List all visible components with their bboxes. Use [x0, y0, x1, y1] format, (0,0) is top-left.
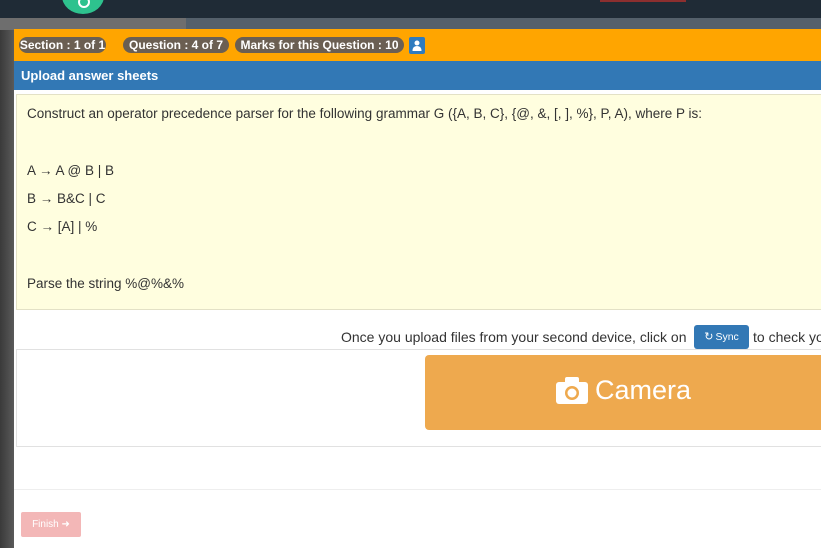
upload-modal: Section : 1 of 1 Question : 4 of 7 Marks… [14, 29, 821, 548]
question-line: B → B&C | C [27, 191, 106, 206]
modal-title-bar: Upload answer sheets [14, 61, 821, 90]
user-icon [412, 40, 422, 51]
camera-button[interactable]: Camera [425, 355, 821, 430]
app-topbar [0, 0, 821, 18]
app-logo [62, 0, 104, 14]
sync-instruction-text-end: to check yo [753, 329, 821, 345]
question-line: Parse the string %@%&% [27, 276, 185, 291]
modal-title: Upload answer sheets [21, 68, 159, 83]
question-info-bar: Section : 1 of 1 Question : 4 of 7 Marks… [14, 29, 821, 61]
question-text-box: Construct an operator precedence parser … [16, 94, 821, 310]
topbar-accent-line [600, 0, 686, 2]
finish-button[interactable]: Finish ➜ [21, 512, 81, 537]
sync-instruction-text: Once you upload files from your second d… [341, 329, 687, 345]
sync-instruction-row: Once you upload files from your second d… [341, 325, 821, 349]
question-line: A → A @ B | B [27, 163, 114, 178]
backdrop-left [0, 18, 14, 548]
camera-icon [556, 377, 588, 404]
question-badge: Question : 4 of 7 [123, 37, 229, 53]
section-badge: Section : 1 of 1 [19, 37, 106, 53]
footer-divider [14, 489, 821, 490]
marks-badge: Marks for this Question : 10 [235, 37, 404, 53]
user-button[interactable] [409, 37, 425, 54]
sign-out-icon: ➜ [61, 519, 70, 530]
question-line: Construct an operator precedence parser … [27, 106, 703, 121]
sync-button[interactable]: ↻ Sync [694, 325, 749, 349]
question-line: C → [A] | % [27, 219, 98, 234]
camera-button-label: Camera [595, 375, 692, 405]
refresh-icon: ↻ [704, 331, 714, 343]
sync-button-label: Sync [715, 331, 739, 343]
finish-button-label: Finish [32, 519, 59, 530]
